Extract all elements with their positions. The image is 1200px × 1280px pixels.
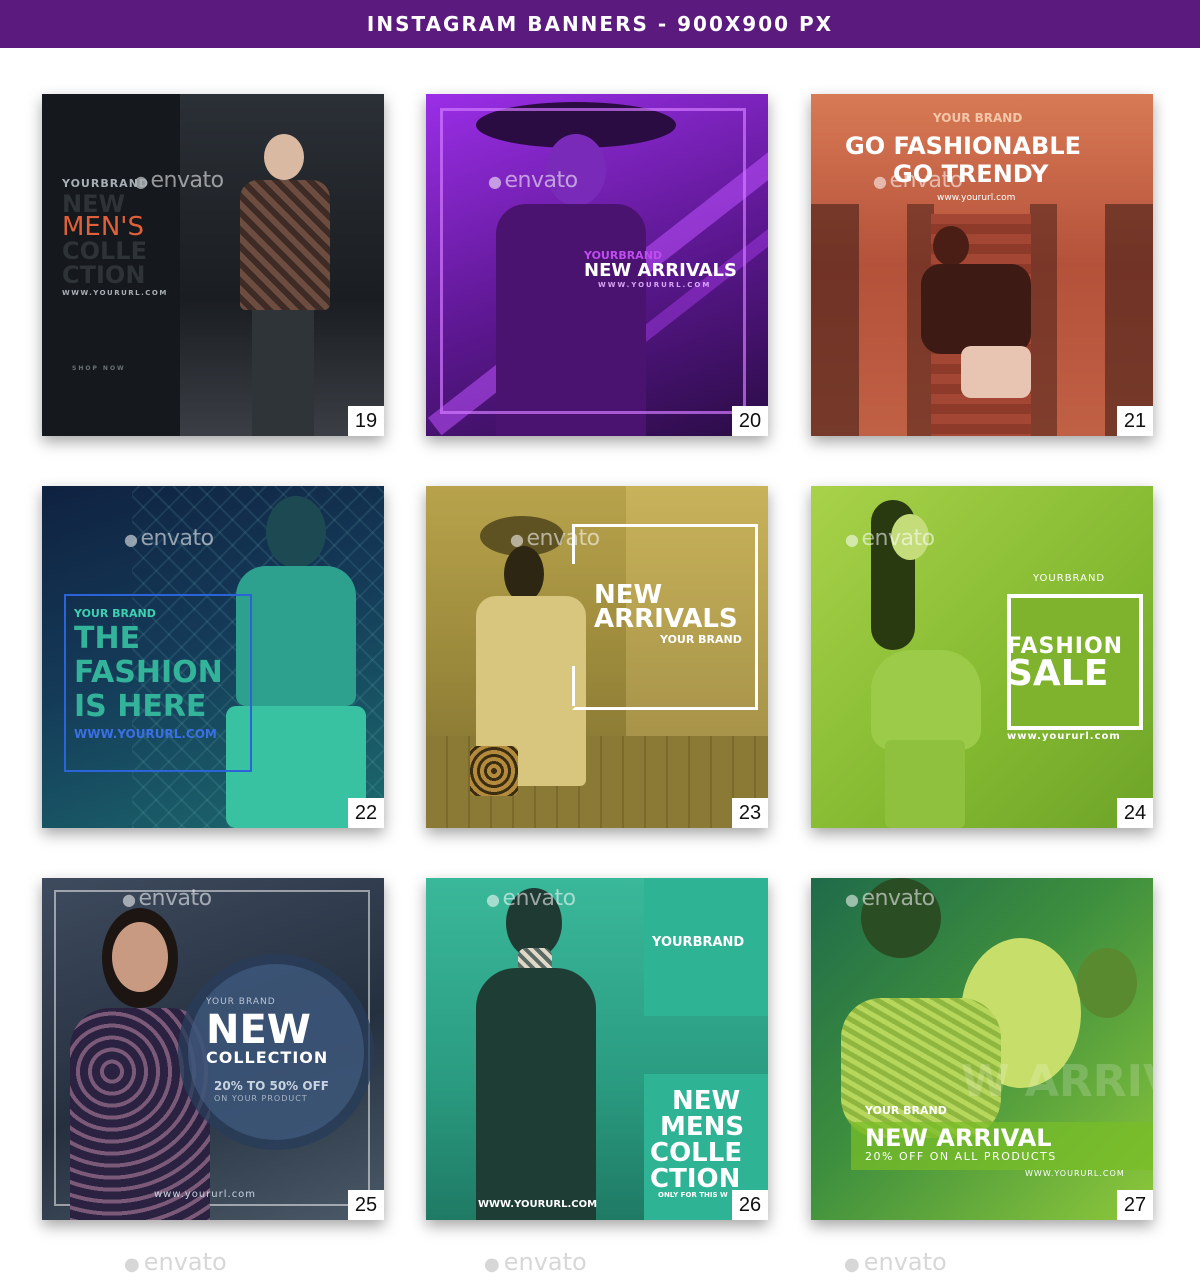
- url-text: www.yoururl.com: [154, 1189, 257, 1200]
- headline-line-3: IS HERE: [74, 689, 207, 724]
- headline-line-2: FASHION: [74, 655, 223, 690]
- offer-subtext: ON YOUR PRODUCT: [214, 1094, 308, 1103]
- banner-card-27[interactable]: W ARRIV envato YOUR BRAND NEW ARRIVAL 20…: [811, 878, 1153, 1220]
- headline-line-3: COLLE: [650, 1138, 743, 1168]
- headline-line-2: COLLECTION: [206, 1048, 329, 1067]
- card-number: 24: [1117, 798, 1153, 828]
- banner-card-24[interactable]: envato YOURBRAND FASHION SALE www.yourur…: [811, 486, 1153, 828]
- headline-line-2: MENS: [660, 1112, 745, 1142]
- brand-text: YOUR BRAND: [660, 633, 742, 646]
- card-number: 27: [1117, 1190, 1153, 1220]
- url-text: WWW.YOURURL.COM: [62, 289, 168, 297]
- card-number: 20: [732, 406, 768, 436]
- envato-watermark: envato: [488, 168, 578, 193]
- card-number: 25: [348, 1190, 384, 1220]
- card-number: 26: [732, 1190, 768, 1220]
- envato-watermark: envato: [124, 1248, 227, 1276]
- envato-watermark: envato: [845, 526, 935, 551]
- banner-card-26[interactable]: envato YOURBRAND NEW MENS COLLE CTION ON…: [426, 878, 768, 1220]
- model-figure: [232, 134, 332, 436]
- frame-corner: [572, 666, 575, 706]
- brand-text: YOURBRAND: [1033, 573, 1106, 584]
- envato-watermark: envato: [484, 1248, 587, 1276]
- brand-text: YOUR BRAND: [74, 607, 156, 620]
- envato-watermark: envato: [845, 886, 935, 911]
- headline-line-3: COLLE: [62, 237, 147, 265]
- model-figure: [466, 888, 606, 1220]
- brand-text: YOURBRAND: [62, 177, 150, 190]
- model-figure: [921, 226, 1041, 406]
- brand-text: YOUR BRAND: [933, 111, 1023, 125]
- headline-line-2: ARRIVALS: [594, 604, 738, 634]
- envato-watermark: envato: [122, 886, 212, 911]
- tag-text: ONLY FOR THIS W: [658, 1191, 728, 1199]
- banner-card-20[interactable]: envato YOURBRAND NEW ARRIVALS WWW.YOURUR…: [426, 94, 768, 436]
- background-text: W ARRIV: [961, 1056, 1153, 1107]
- brand-text: YOUR BRAND: [865, 1104, 947, 1117]
- envato-watermark: envato: [844, 1248, 947, 1276]
- headline: NEW ARRIVAL: [865, 1124, 1052, 1152]
- envato-watermark: envato: [510, 526, 600, 551]
- headline-line-1: NEW: [206, 1007, 311, 1053]
- brand-text: YOURBRAND: [652, 935, 745, 950]
- headline-line-1: GO FASHIONABLE: [845, 132, 1082, 160]
- headline: NEW ARRIVALS: [584, 260, 737, 281]
- offer-text: 20% OFF ON ALL PRODUCTS: [865, 1150, 1057, 1163]
- url-text: WWW.YOURURL.COM: [74, 727, 217, 741]
- offer-text: 20% TO 50% OFF: [214, 1079, 329, 1093]
- brand-text: YOUR BRAND: [206, 997, 276, 1007]
- card-number: 21: [1117, 406, 1153, 436]
- shop-now-link[interactable]: SHOP NOW: [72, 366, 126, 372]
- url-text: www.yoururl.com: [1007, 731, 1121, 742]
- url-text: WWW.YOURURL.COM: [478, 1199, 598, 1210]
- headline-line-1: NEW: [672, 1086, 741, 1116]
- envato-watermark: envato: [124, 526, 214, 551]
- card-number: 22: [348, 798, 384, 828]
- headline-line-2: GO TRENDY: [893, 160, 1049, 188]
- header-bar: INSTAGRAM BANNERS - 900X900 PX: [0, 0, 1200, 48]
- headline-line-4: CTION: [650, 1164, 741, 1194]
- card-number: 19: [348, 406, 384, 436]
- banner-card-23[interactable]: envato NEW ARRIVALS YOUR BRAND 23: [426, 486, 768, 828]
- url-text: WWW.YOURURL.COM: [1025, 1169, 1125, 1178]
- headline-line-1: THE: [74, 621, 141, 656]
- url-text: www.yoururl.com: [937, 193, 1016, 203]
- headline-line-4: CTION: [62, 261, 146, 289]
- banner-card-22[interactable]: envato YOUR BRAND THE FASHION IS HERE WW…: [42, 486, 384, 828]
- page-title: INSTAGRAM BANNERS - 900X900 PX: [366, 12, 834, 36]
- card-number: 23: [732, 798, 768, 828]
- envato-watermark: envato: [486, 886, 576, 911]
- banner-card-19[interactable]: envato YOURBRAND NEW MEN'S COLLE CTION W…: [42, 94, 384, 436]
- banner-card-21[interactable]: envato YOUR BRAND GO FASHIONABLE GO TREN…: [811, 94, 1153, 436]
- headline-line-2: SALE: [1007, 653, 1109, 694]
- banner-card-25[interactable]: envato YOUR BRAND NEW COLLECTION 20% TO …: [42, 878, 384, 1220]
- url-text: WWW.YOURURL.COM: [598, 281, 712, 289]
